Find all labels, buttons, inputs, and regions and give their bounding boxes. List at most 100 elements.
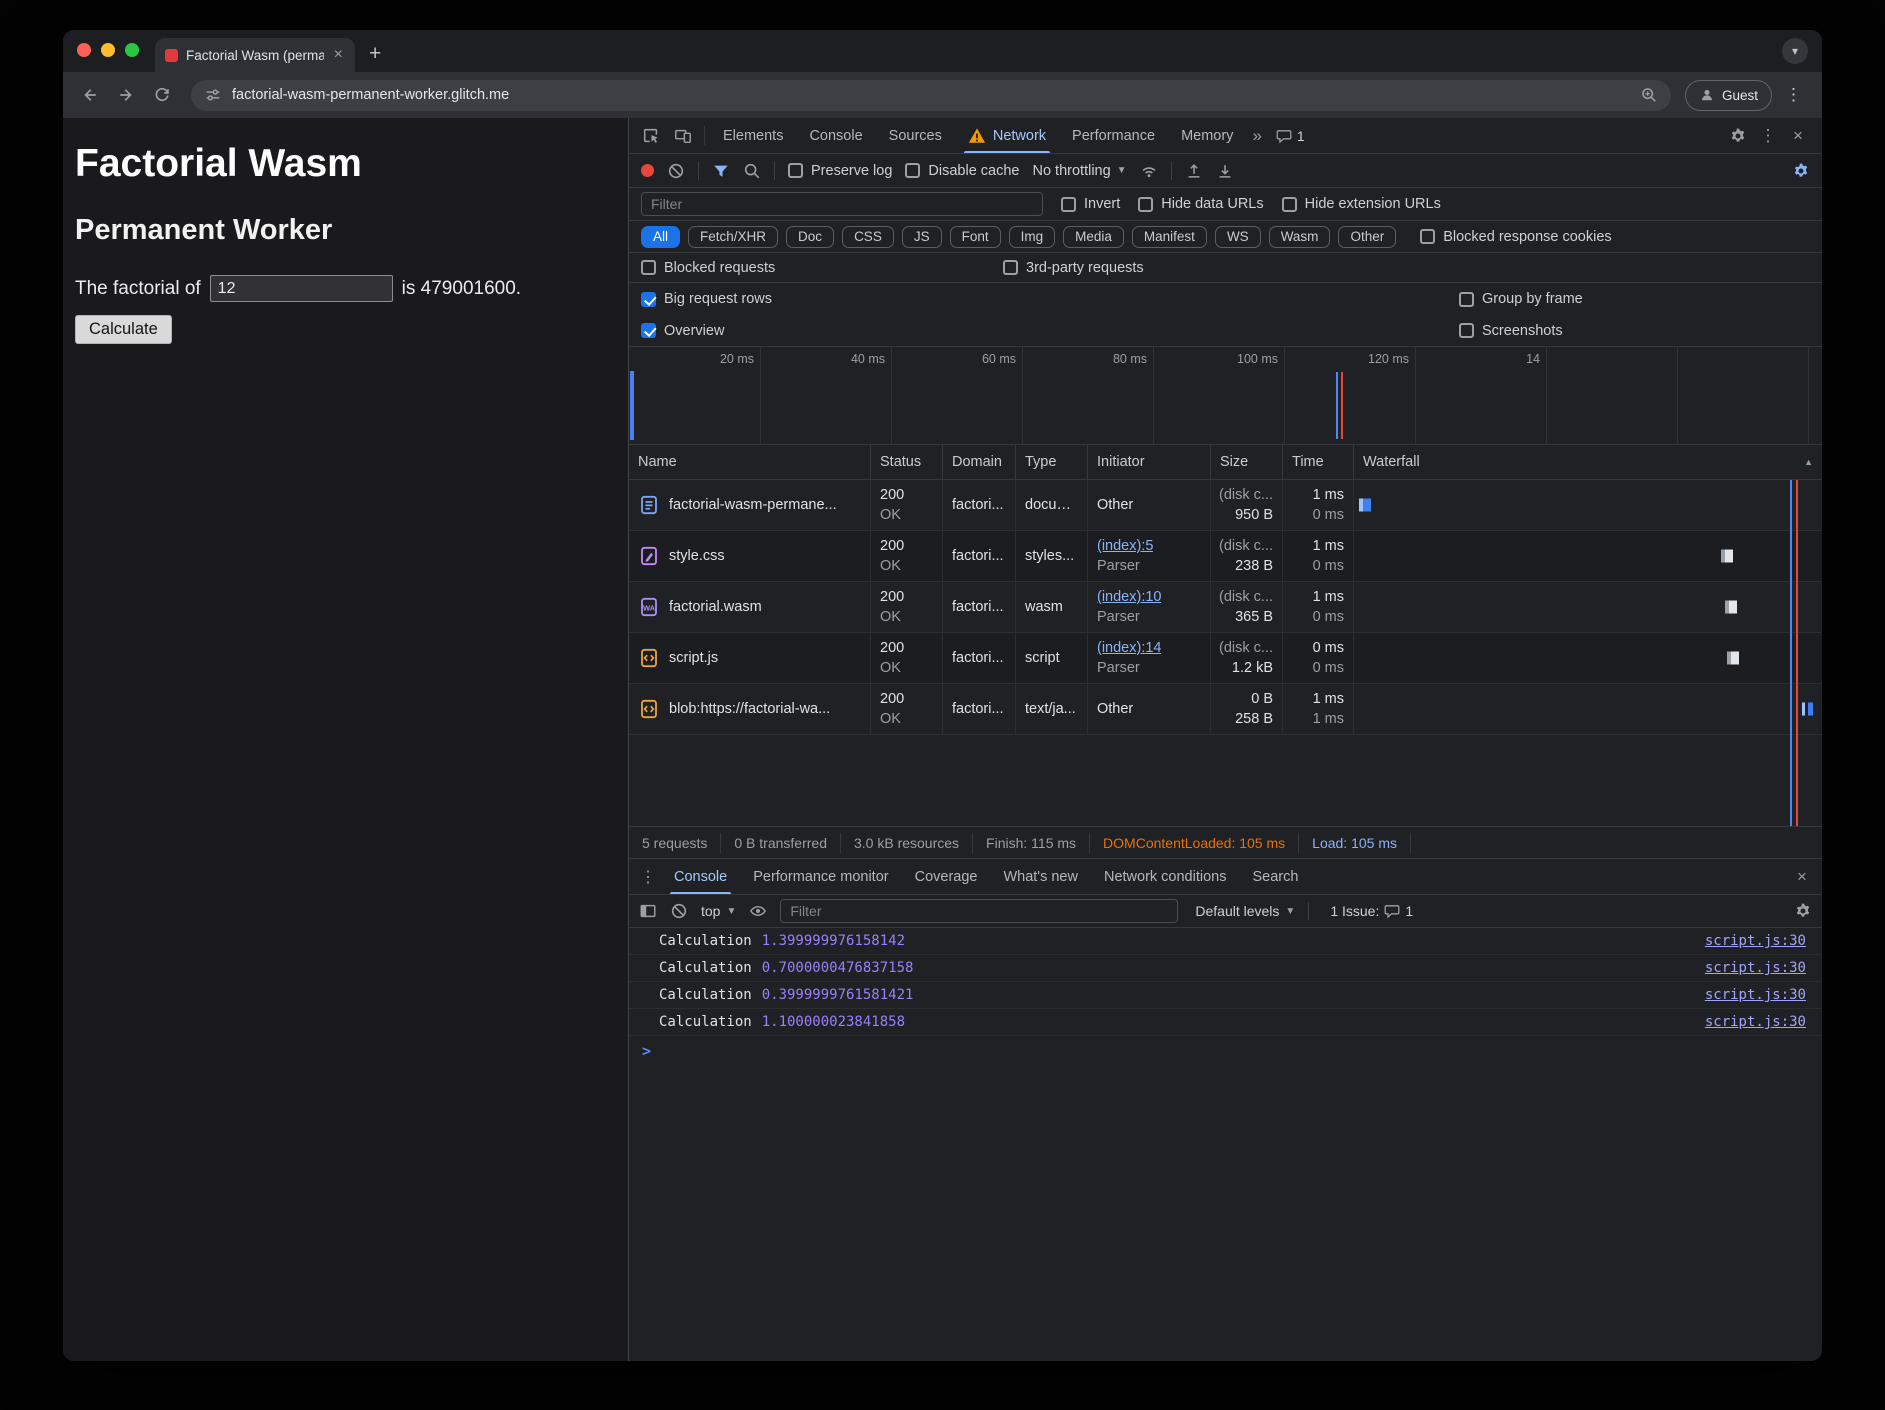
devtools-tab-console[interactable]: Console xyxy=(796,118,875,153)
devtools-tab-network[interactable]: Network xyxy=(955,118,1059,153)
tab-close-icon[interactable]: × xyxy=(332,46,345,64)
console-prompt[interactable]: > xyxy=(629,1036,1822,1065)
console-message[interactable]: Calculation1.100000023841858script.js:30 xyxy=(629,1009,1822,1036)
browser-menu-button[interactable]: ⋮ xyxy=(1778,85,1810,105)
column-header-name[interactable]: Name xyxy=(629,445,871,479)
search-icon[interactable] xyxy=(743,162,761,180)
live-expression-icon[interactable] xyxy=(749,902,767,920)
console-settings-icon[interactable] xyxy=(1794,902,1812,920)
column-header-domain[interactable]: Domain xyxy=(943,445,1016,479)
network-request-row[interactable]: WAfactorial.wasm200OKfactori...wasm(inde… xyxy=(629,582,1822,633)
filter-chip-fetchxhr[interactable]: Fetch/XHR xyxy=(688,226,778,248)
drawer-menu-button[interactable]: ⋮ xyxy=(635,859,661,894)
close-window-button[interactable] xyxy=(77,43,91,57)
filter-chip-css[interactable]: CSS xyxy=(842,226,894,248)
column-header-type[interactable]: Type xyxy=(1016,445,1088,479)
console-source-link[interactable]: script.js:30 xyxy=(1705,960,1806,976)
throttling-dropdown[interactable]: No throttling ▼ xyxy=(1032,163,1126,179)
browser-tab[interactable]: Factorial Wasm (permanent W × xyxy=(155,38,355,72)
maximize-window-button[interactable] xyxy=(125,43,139,57)
forward-button[interactable] xyxy=(111,80,141,110)
filter-chip-js[interactable]: JS xyxy=(902,226,942,248)
device-toolbar-button[interactable] xyxy=(667,118,699,153)
filter-chip-doc[interactable]: Doc xyxy=(786,226,834,248)
drawer-tab-network-conditions[interactable]: Network conditions xyxy=(1091,859,1240,894)
tab-search-button[interactable]: ▾ xyxy=(1782,38,1808,64)
console-filter-input[interactable] xyxy=(780,899,1178,923)
network-overview-timeline[interactable]: 20 ms40 ms60 ms80 ms100 ms120 ms14 xyxy=(629,347,1822,445)
console-source-link[interactable]: script.js:30 xyxy=(1705,1014,1806,1030)
address-bar[interactable]: factorial-wasm-permanent-worker.glitch.m… xyxy=(191,80,1671,111)
drawer-close-button[interactable]: × xyxy=(1788,859,1816,894)
drawer-tab-what-s-new[interactable]: What's new xyxy=(990,859,1091,894)
profile-button[interactable]: Guest xyxy=(1685,80,1772,111)
initiator-link[interactable]: (index):14 xyxy=(1097,640,1161,656)
console-source-link[interactable]: script.js:30 xyxy=(1705,933,1806,949)
site-settings-icon[interactable] xyxy=(204,86,222,104)
back-button[interactable] xyxy=(75,80,105,110)
network-request-row[interactable]: script.js200OKfactori...script(index):14… xyxy=(629,633,1822,684)
console-issues-counter[interactable]: 1 Issue: 1 xyxy=(1322,903,1421,919)
network-request-row[interactable]: factorial-wasm-permane...200OKfactori...… xyxy=(629,480,1822,531)
url-text[interactable]: factorial-wasm-permanent-worker.glitch.m… xyxy=(232,87,1630,103)
console-message[interactable]: Calculation1.399999976158142script.js:30 xyxy=(629,928,1822,955)
blocked-response-cookies-checkbox[interactable]: Blocked response cookies xyxy=(1420,229,1611,245)
column-header-size[interactable]: Size xyxy=(1211,445,1283,479)
devtools-close-button[interactable]: × xyxy=(1784,126,1812,146)
group-by-frame-checkbox[interactable]: Group by frame xyxy=(1459,291,1583,307)
minimize-window-button[interactable] xyxy=(101,43,115,57)
log-levels-dropdown[interactable]: Default levels ▼ xyxy=(1195,903,1295,919)
column-header-initiator[interactable]: Initiator xyxy=(1088,445,1211,479)
network-settings-icon[interactable] xyxy=(1792,162,1810,180)
column-header-time[interactable]: Time xyxy=(1283,445,1354,479)
filter-icon[interactable] xyxy=(712,162,730,180)
drawer-tab-search[interactable]: Search xyxy=(1239,859,1311,894)
network-request-row[interactable]: blob:https://factorial-wa...200OKfactori… xyxy=(629,684,1822,735)
drawer-tab-coverage[interactable]: Coverage xyxy=(902,859,991,894)
network-conditions-icon[interactable] xyxy=(1140,162,1158,180)
network-request-row[interactable]: style.css200OKfactori...styles...(index)… xyxy=(629,531,1822,582)
console-message[interactable]: Calculation0.3999999761581421script.js:3… xyxy=(629,982,1822,1009)
third-party-requests-checkbox[interactable]: 3rd-party requests xyxy=(1003,260,1144,276)
filter-chip-manifest[interactable]: Manifest xyxy=(1132,226,1207,248)
initiator-link[interactable]: (index):5 xyxy=(1097,538,1153,554)
hide-data-urls-checkbox[interactable]: Hide data URLs xyxy=(1138,196,1263,212)
devtools-settings-button[interactable] xyxy=(1724,127,1752,145)
devtools-tab-sources[interactable]: Sources xyxy=(876,118,955,153)
import-har-icon[interactable] xyxy=(1185,162,1203,180)
preserve-log-checkbox[interactable]: Preserve log xyxy=(788,163,892,179)
column-header-status[interactable]: Status xyxy=(871,445,943,479)
devtools-tab-performance[interactable]: Performance xyxy=(1059,118,1168,153)
devtools-tab-elements[interactable]: Elements xyxy=(710,118,796,153)
big-request-rows-checkbox[interactable]: Big request rows xyxy=(641,291,1459,307)
clear-console-icon[interactable] xyxy=(670,902,688,920)
console-sidebar-icon[interactable] xyxy=(639,902,657,920)
console-source-link[interactable]: script.js:30 xyxy=(1705,987,1806,1003)
new-tab-button[interactable]: + xyxy=(355,42,395,72)
screenshots-checkbox[interactable]: Screenshots xyxy=(1459,323,1563,339)
issues-counter[interactable]: 1 xyxy=(1268,118,1313,153)
filter-chip-ws[interactable]: WS xyxy=(1215,226,1261,248)
network-filter-input[interactable] xyxy=(641,192,1043,216)
invert-checkbox[interactable]: Invert xyxy=(1061,196,1120,212)
export-har-icon[interactable] xyxy=(1216,162,1234,180)
filter-chip-wasm[interactable]: Wasm xyxy=(1269,226,1331,248)
hide-extension-urls-checkbox[interactable]: Hide extension URLs xyxy=(1282,196,1441,212)
record-network-log-button[interactable] xyxy=(641,164,654,177)
drawer-tab-console[interactable]: Console xyxy=(661,859,740,894)
factorial-input[interactable] xyxy=(210,275,393,302)
console-message[interactable]: Calculation0.7000000476837158script.js:3… xyxy=(629,955,1822,982)
initiator-link[interactable]: (index):10 xyxy=(1097,589,1161,605)
filter-chip-media[interactable]: Media xyxy=(1063,226,1124,248)
filter-chip-other[interactable]: Other xyxy=(1338,226,1396,248)
filter-chip-all[interactable]: All xyxy=(641,226,680,248)
reload-button[interactable] xyxy=(147,80,177,110)
devtools-menu-button[interactable]: ⋮ xyxy=(1754,126,1782,146)
overview-checkbox[interactable]: Overview xyxy=(641,323,1459,339)
devtools-tab-memory[interactable]: Memory xyxy=(1168,118,1246,153)
drawer-tab-performance-monitor[interactable]: Performance monitor xyxy=(740,859,901,894)
execution-context-dropdown[interactable]: top ▼ xyxy=(701,903,736,919)
clear-network-log-icon[interactable] xyxy=(667,162,685,180)
overview-selection-handle[interactable] xyxy=(630,371,634,440)
column-header-waterfall[interactable]: Waterfall▲ xyxy=(1354,445,1822,479)
